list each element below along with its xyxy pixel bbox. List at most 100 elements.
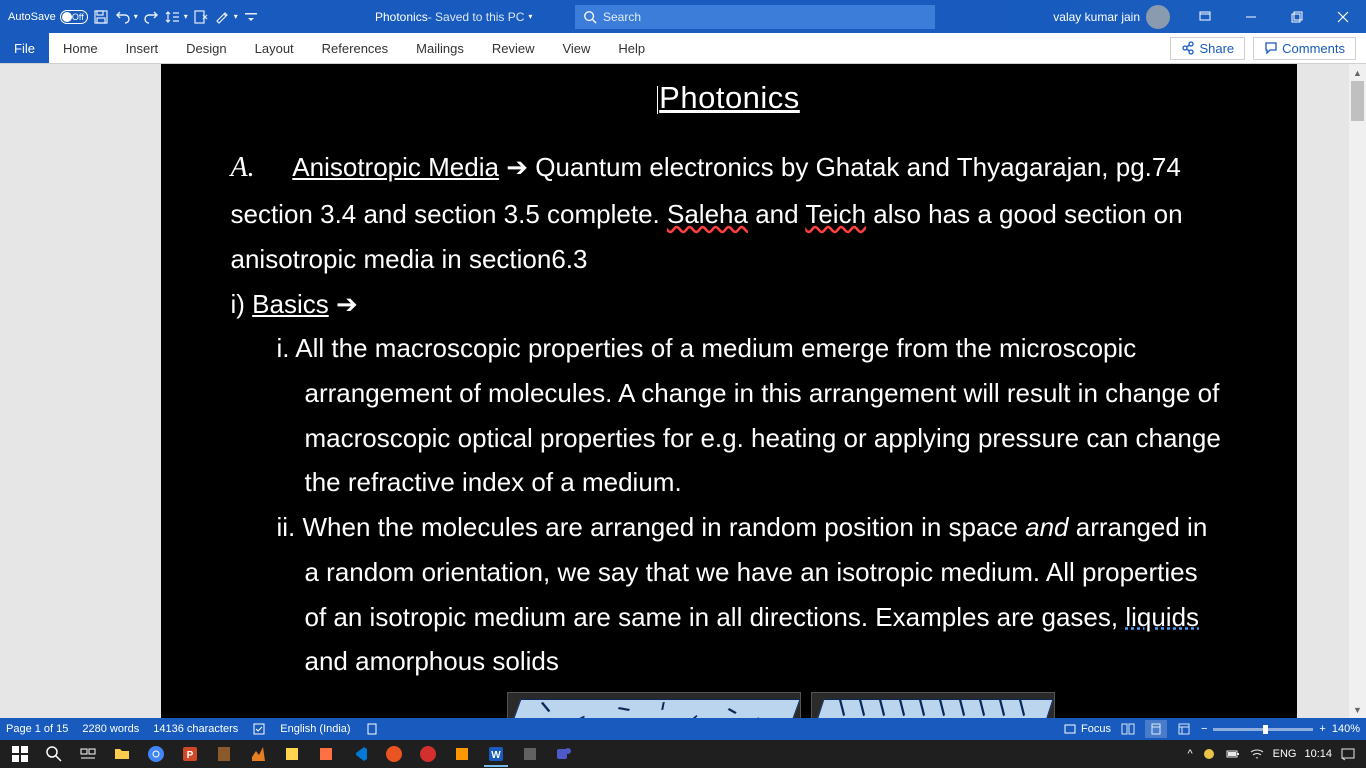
spacing-dropdown[interactable]: ▾ bbox=[184, 12, 188, 21]
tab-mailings[interactable]: Mailings bbox=[402, 33, 478, 63]
vscode-icon[interactable] bbox=[344, 741, 376, 767]
word-count[interactable]: 2280 words bbox=[82, 723, 139, 735]
word-icon[interactable]: W bbox=[480, 741, 512, 767]
document-title: Photonics - Saved to this PC ▾ bbox=[375, 10, 532, 24]
start-button[interactable] bbox=[4, 741, 36, 767]
web-layout-icon[interactable] bbox=[1173, 720, 1195, 738]
comments-button[interactable]: Comments bbox=[1253, 37, 1356, 60]
page[interactable]: Photonics A. Anisotropic Media ➔ Quantum… bbox=[161, 64, 1297, 718]
weather-icon[interactable] bbox=[1201, 746, 1217, 762]
scroll-down-icon[interactable]: ▼ bbox=[1349, 701, 1366, 718]
grammar-liquids: liquids bbox=[1125, 602, 1199, 632]
scroll-up-icon[interactable]: ▲ bbox=[1349, 64, 1366, 81]
item-i-text: All the macroscopic properties of a medi… bbox=[295, 333, 1221, 497]
clock[interactable]: 10:14 bbox=[1304, 748, 1332, 760]
tab-home[interactable]: Home bbox=[49, 33, 112, 63]
teams-icon[interactable] bbox=[548, 741, 580, 767]
ribbon-display-icon[interactable] bbox=[1182, 0, 1228, 33]
image-crystal-b[interactable] bbox=[811, 692, 1055, 718]
explorer-icon[interactable] bbox=[106, 741, 138, 767]
image-crystal-a[interactable] bbox=[507, 692, 801, 718]
tab-references[interactable]: References bbox=[308, 33, 402, 63]
doc-status: - Saved to this PC bbox=[428, 10, 525, 24]
matlab-icon[interactable] bbox=[242, 741, 274, 767]
comments-label: Comments bbox=[1282, 41, 1345, 56]
undo-icon[interactable] bbox=[114, 8, 132, 26]
zoom-out[interactable]: − bbox=[1201, 723, 1207, 735]
toggle-switch[interactable]: Off bbox=[60, 10, 88, 24]
zoom-level[interactable]: 140% bbox=[1332, 723, 1360, 735]
ubuntu-icon[interactable] bbox=[378, 741, 410, 767]
spellcheck-icon[interactable] bbox=[252, 722, 266, 736]
line-spacing-icon[interactable] bbox=[164, 8, 182, 26]
user-name[interactable]: valay kumar jain bbox=[1053, 10, 1140, 24]
ribbon-right: Share Comments bbox=[1170, 33, 1366, 63]
titlebar: AutoSave Off ▾ ▾ ▾ Photonics - Saved to … bbox=[0, 0, 1366, 33]
share-button[interactable]: Share bbox=[1170, 37, 1245, 60]
share-label: Share bbox=[1199, 41, 1234, 56]
read-mode-icon[interactable] bbox=[1117, 720, 1139, 738]
tab-design[interactable]: Design bbox=[172, 33, 240, 63]
battery-icon[interactable] bbox=[1225, 746, 1241, 762]
track-changes-icon[interactable] bbox=[192, 8, 210, 26]
spell-saleha: Saleha bbox=[667, 199, 748, 229]
arrow-icon: ➔ bbox=[336, 289, 358, 319]
svg-text:P: P bbox=[187, 750, 194, 761]
arrow-icon: ➔ bbox=[506, 152, 528, 182]
doc-dropdown[interactable]: ▾ bbox=[528, 12, 532, 21]
tab-review[interactable]: Review bbox=[478, 33, 549, 63]
share-icon bbox=[1181, 41, 1195, 55]
svg-text:W: W bbox=[491, 750, 501, 761]
print-layout-icon[interactable] bbox=[1145, 720, 1167, 738]
scroll-thumb[interactable] bbox=[1351, 81, 1364, 121]
app-icon-3[interactable] bbox=[310, 741, 342, 767]
save-icon[interactable] bbox=[92, 8, 110, 26]
maximize-icon[interactable] bbox=[1274, 0, 1320, 33]
editor-dropdown[interactable]: ▾ bbox=[234, 12, 238, 21]
char-count[interactable]: 14136 characters bbox=[153, 723, 238, 735]
language[interactable]: English (India) bbox=[280, 723, 350, 735]
redo-icon[interactable] bbox=[142, 8, 160, 26]
vertical-scrollbar[interactable]: ▲ ▼ bbox=[1349, 64, 1366, 718]
scroll-track[interactable] bbox=[1349, 81, 1366, 701]
tab-layout[interactable]: Layout bbox=[241, 33, 308, 63]
search-input[interactable] bbox=[603, 10, 927, 24]
app-icon-1[interactable] bbox=[208, 741, 240, 767]
tab-view[interactable]: View bbox=[548, 33, 604, 63]
statusbar: Page 1 of 15 2280 words 14136 characters… bbox=[0, 718, 1366, 740]
tray-chevron-icon[interactable]: ^ bbox=[1187, 748, 1192, 760]
app-icon-5[interactable] bbox=[446, 741, 478, 767]
customize-qat-icon[interactable] bbox=[242, 8, 260, 26]
zoom-in[interactable]: + bbox=[1319, 723, 1325, 735]
focus-mode[interactable]: Focus bbox=[1063, 722, 1111, 736]
app-icon-2[interactable] bbox=[276, 741, 308, 767]
wifi-icon[interactable] bbox=[1249, 746, 1265, 762]
search-box[interactable] bbox=[575, 5, 935, 29]
zoom-slider[interactable] bbox=[1213, 728, 1313, 731]
page-indicator[interactable]: Page 1 of 15 bbox=[6, 723, 68, 735]
heading-basics: Basics bbox=[252, 289, 329, 319]
editor-icon[interactable] bbox=[214, 8, 232, 26]
doc-name: Photonics bbox=[375, 10, 428, 24]
undo-dropdown[interactable]: ▾ bbox=[134, 12, 138, 21]
close-icon[interactable] bbox=[1320, 0, 1366, 33]
search-task-icon[interactable] bbox=[38, 741, 70, 767]
language-indicator[interactable]: ENG bbox=[1273, 748, 1297, 760]
document-scroll[interactable]: Photonics A. Anisotropic Media ➔ Quantum… bbox=[0, 64, 1349, 718]
powerpoint-icon[interactable]: P bbox=[174, 741, 206, 767]
app-icon-4[interactable] bbox=[412, 741, 444, 767]
tab-insert[interactable]: Insert bbox=[112, 33, 173, 63]
system-tray: ^ ENG 10:14 bbox=[1187, 746, 1362, 762]
minimize-icon[interactable] bbox=[1228, 0, 1274, 33]
task-view-icon[interactable] bbox=[72, 741, 104, 767]
app-icon-6[interactable] bbox=[514, 741, 546, 767]
titlebar-right: valay kumar jain bbox=[1053, 0, 1366, 33]
avatar[interactable] bbox=[1146, 5, 1170, 29]
notifications-icon[interactable] bbox=[1340, 746, 1356, 762]
item-ii-text3: and amorphous solids bbox=[305, 646, 559, 676]
tab-file[interactable]: File bbox=[0, 33, 49, 63]
chrome-icon[interactable] bbox=[140, 741, 172, 767]
autosave-toggle[interactable]: AutoSave Off bbox=[8, 10, 88, 24]
accessibility-icon[interactable] bbox=[365, 722, 379, 736]
tab-help[interactable]: Help bbox=[604, 33, 659, 63]
